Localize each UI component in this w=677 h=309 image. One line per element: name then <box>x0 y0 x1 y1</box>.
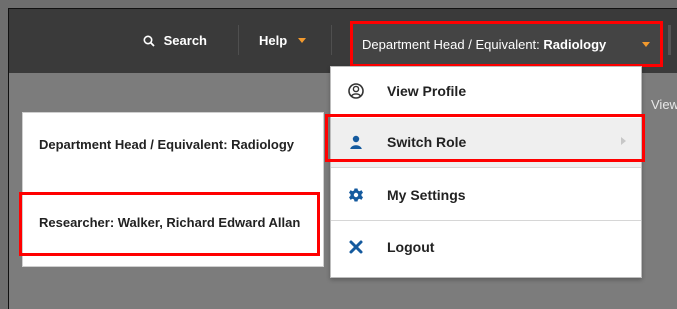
gear-icon <box>348 187 364 203</box>
current-role: Department Head / Equivalent: Radiology <box>362 34 606 56</box>
help-label: Help <box>259 33 288 48</box>
top-navigation-bar: Search Help Department Head / Equivalent… <box>9 9 677 73</box>
nav-divider <box>668 25 671 55</box>
researcher-role-highlight <box>19 192 320 256</box>
chevron-down-icon <box>642 42 650 47</box>
menu-item-my-settings[interactable]: My Settings <box>331 171 641 221</box>
app-window: Search Help Department Head / Equivalent… <box>8 8 677 309</box>
switch-role-highlight <box>325 114 645 162</box>
chevron-down-icon <box>297 38 306 43</box>
nav-divider <box>331 25 332 55</box>
view-link[interactable]: View <box>651 97 677 112</box>
menu-item-logout[interactable]: Logout <box>331 223 641 273</box>
role-selector-button[interactable]: Department Head / Equivalent: Radiology <box>350 21 663 67</box>
user-dropdown-menu: View Profile Switch Role My Settings Log… <box>330 66 642 278</box>
close-icon <box>348 239 364 255</box>
help-menu-button[interactable]: Help <box>259 29 306 53</box>
menu-item-label: My Settings <box>387 187 466 203</box>
menu-item-label: Logout <box>387 239 435 255</box>
menu-item-view-profile[interactable]: View Profile <box>331 67 641 117</box>
search-button[interactable]: Search <box>143 29 207 53</box>
current-role-name: Radiology <box>543 37 607 52</box>
role-option-department-head[interactable]: Department Head / Equivalent: Radiology <box>39 137 309 152</box>
menu-item-label: View Profile <box>387 83 467 99</box>
search-label: Search <box>163 33 207 48</box>
nav-divider <box>238 25 239 55</box>
current-role-prefix: Department Head / Equivalent: <box>362 37 540 52</box>
profile-icon <box>348 83 364 99</box>
search-icon <box>143 31 155 47</box>
